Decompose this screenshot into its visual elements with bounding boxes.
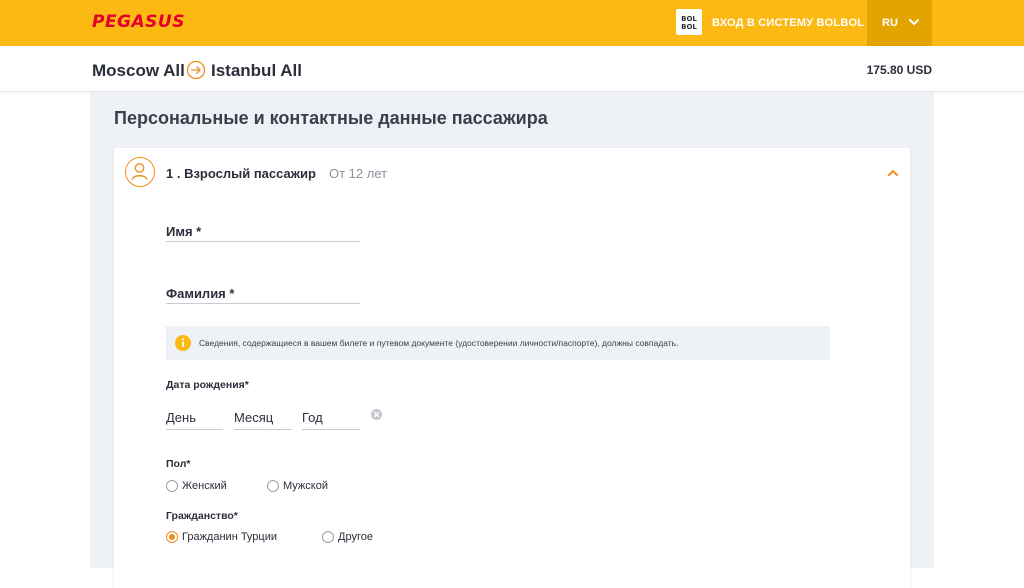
svg-text:BOL: BOL	[681, 15, 697, 23]
route-destination: Istanbul All	[211, 61, 302, 80]
citizenship-other-label: Другое	[338, 531, 373, 543]
dob-year-select[interactable]: Год	[302, 410, 360, 430]
info-icon	[175, 335, 191, 351]
route-bar: Moscow All Istanbul All 175.80 USD	[0, 46, 1024, 92]
language-label: RU	[882, 17, 898, 29]
notice-text: Сведения, содержащиеся в вашем билете и …	[199, 338, 679, 348]
last-name-field[interactable]: Фамилия *	[166, 280, 360, 304]
page-title: Персональные и контактные данные пассажи…	[114, 108, 548, 128]
passenger-age-note: От 12 лет	[329, 166, 388, 181]
dob-label: Дата рождения*	[166, 379, 249, 391]
citizenship-other-radio[interactable]: Другое	[322, 531, 373, 543]
gender-label: Пол*	[166, 458, 191, 470]
route-origin: Moscow All	[92, 61, 185, 80]
svg-text:BOL: BOL	[681, 23, 697, 31]
radio-circle[interactable]	[322, 531, 334, 543]
arrow-right-circle-icon	[186, 60, 206, 80]
last-name-label: Фамилия *	[166, 286, 235, 301]
radio-circle[interactable]	[166, 480, 178, 492]
passenger-card: 1 . Взрослый пассажир От 12 лет Имя * Фа…	[114, 148, 910, 588]
radio-circle[interactable]	[267, 480, 279, 492]
first-name-label: Имя *	[166, 224, 202, 239]
citizenship-turkish-label: Гражданин Турции	[182, 531, 278, 543]
citizenship-turkish-radio[interactable]: Гражданин Турции	[166, 531, 277, 543]
user-icon	[125, 157, 155, 187]
dob-day-select[interactable]: День	[166, 410, 223, 430]
bolbol-icon[interactable]: BOL BOL	[674, 7, 704, 37]
gender-female-radio[interactable]: Женский	[166, 480, 227, 492]
total-price: 175.80 USD	[866, 63, 932, 77]
pegasus-logo[interactable]: PEGASUS	[92, 12, 185, 32]
citizenship-label: Гражданство*	[166, 510, 238, 522]
clear-icon[interactable]	[371, 409, 382, 420]
main-content: Персональные и контактные данные пассажи…	[90, 92, 934, 588]
language-selector[interactable]: RU	[867, 0, 932, 46]
top-bar: PEGASUS BOL BOL ВХОД В СИСТЕМУ BOLBOL RU	[0, 0, 1024, 46]
gender-male-radio[interactable]: Мужской	[267, 480, 328, 492]
info-notice: Сведения, содержащиеся в вашем билете и …	[166, 326, 830, 360]
first-name-field[interactable]: Имя *	[166, 218, 360, 242]
bolbol-login-link[interactable]: ВХОД В СИСТЕМУ BOLBOL	[712, 17, 864, 29]
dob-month-select[interactable]: Месяц	[234, 410, 292, 430]
gender-male-label: Мужской	[283, 480, 328, 492]
gender-female-label: Женский	[182, 480, 227, 492]
radio-circle-selected[interactable]	[166, 531, 178, 543]
chevron-up-icon[interactable]	[887, 168, 899, 178]
chevron-down-icon	[909, 19, 919, 26]
passenger-title: 1 . Взрослый пассажир	[166, 166, 316, 181]
